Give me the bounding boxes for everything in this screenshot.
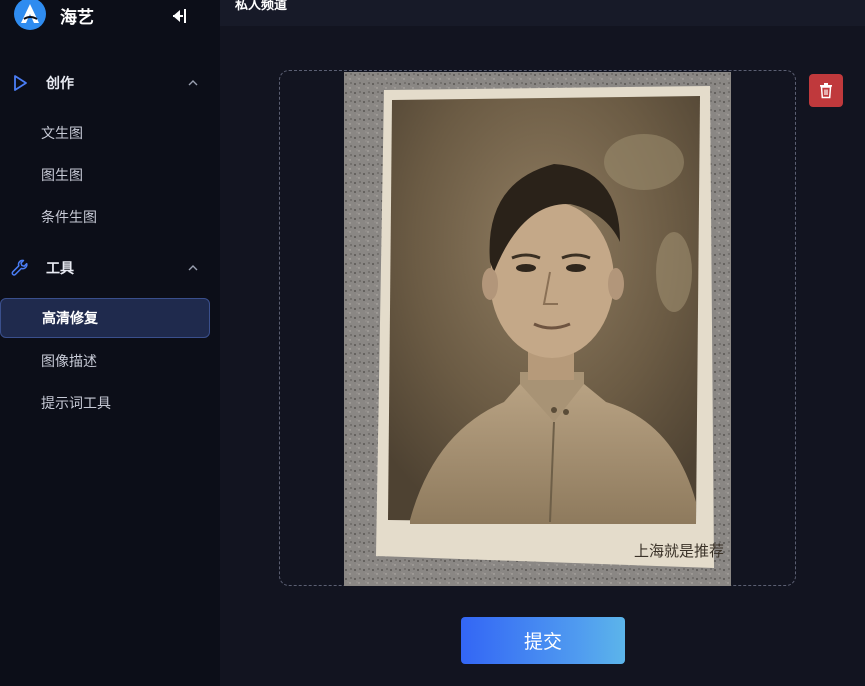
sidebar-item-text-to-image[interactable]: 文生图 <box>0 113 210 153</box>
sidebar-item-conditional-image[interactable]: 条件生图 <box>0 197 210 237</box>
nav-group-label: 工具 <box>46 261 74 277</box>
sidebar-item-label: 图像描述 <box>41 354 97 370</box>
chevron-up-icon <box>188 265 198 271</box>
page-title: 私人频道 <box>235 0 288 13</box>
sidebar-item-label: 提示词工具 <box>41 396 111 412</box>
vintage-portrait-image: 上海就是推荐 <box>344 72 731 586</box>
sidebar-item-label: 高清修复 <box>42 311 98 327</box>
play-outline-icon <box>14 75 27 91</box>
submit-button[interactable]: 提交 <box>461 617 625 664</box>
brand-logo-icon <box>14 0 46 30</box>
collapse-left-icon[interactable] <box>168 6 188 26</box>
nav-group-label: 创作 <box>46 76 74 92</box>
delete-button[interactable] <box>809 74 843 107</box>
uploaded-photo: 上海就是推荐 <box>344 72 731 586</box>
sidebar-item-image-to-image[interactable]: 图生图 <box>0 155 210 195</box>
brand[interactable]: 海艺 <box>13 0 94 34</box>
sidebar-item-label: 文生图 <box>41 126 83 142</box>
app-root: 海艺 创作 文生图 图生图 条件生图 工具 高清修复 图像描述 提示词工具 私人… <box>0 0 865 686</box>
sidebar-item-label: 条件生图 <box>41 210 97 226</box>
photo-caption: 上海就是推荐 <box>634 542 724 560</box>
sidebar-item-label: 图生图 <box>41 168 83 184</box>
trash-icon <box>820 83 832 99</box>
channel-header: 私人频道 <box>220 0 865 26</box>
wrench-icon <box>11 259 28 276</box>
sidebar: 海艺 创作 文生图 图生图 条件生图 工具 高清修复 图像描述 提示词工具 <box>0 0 220 686</box>
chevron-up-icon <box>188 80 198 86</box>
brand-name: 海艺 <box>60 7 94 28</box>
sidebar-item-hd-restore[interactable]: 高清修复 <box>0 298 210 338</box>
nav-group-tools[interactable]: 工具 <box>0 254 220 282</box>
sidebar-item-image-describe[interactable]: 图像描述 <box>0 341 210 381</box>
nav-group-create[interactable]: 创作 <box>0 69 220 97</box>
sidebar-item-prompt-tool[interactable]: 提示词工具 <box>0 383 210 423</box>
main-area: 私人频道 上海就是推荐 提交 <box>220 0 865 686</box>
